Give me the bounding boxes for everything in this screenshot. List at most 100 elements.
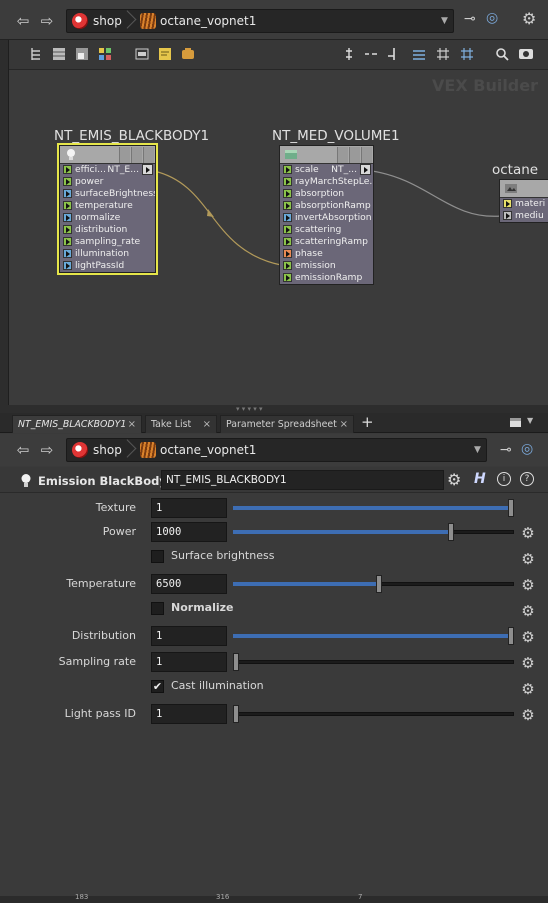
input-pin-icon[interactable] xyxy=(63,225,72,234)
node-flag-bypass[interactable] xyxy=(119,147,130,163)
node-flag-lock[interactable] xyxy=(131,147,142,163)
slider-knob[interactable] xyxy=(508,499,514,517)
power-slider[interactable] xyxy=(233,523,514,541)
network-box-icon[interactable] xyxy=(135,47,149,61)
surface-brightness-checkbox[interactable] xyxy=(151,550,164,563)
path-breadcrumb[interactable]: shop octane_vopnet1 ▼ xyxy=(66,438,487,462)
input-pin-icon[interactable] xyxy=(283,273,292,282)
path-dropdown-icon[interactable]: ▼ xyxy=(474,445,481,455)
texture-field[interactable]: 1 xyxy=(151,498,227,518)
gear-icon[interactable]: ⚙ xyxy=(520,577,536,593)
tab-parameters[interactable]: NT_EMIS_BLACKBODY1 × xyxy=(12,415,142,433)
cast-illumination-checkbox[interactable]: ✔ xyxy=(151,680,164,693)
node-input-port[interactable]: rayMarchStepLe... xyxy=(280,176,373,188)
node-header[interactable] xyxy=(280,146,373,164)
forward-arrow-icon[interactable]: ⇨ xyxy=(38,12,56,30)
slider-knob[interactable] xyxy=(376,575,382,593)
link-target-icon[interactable]: ◎ xyxy=(486,10,498,26)
path-breadcrumb[interactable]: shop octane_vopnet1 ▼ xyxy=(66,9,454,33)
forward-arrow-icon[interactable]: ⇨ xyxy=(38,441,56,459)
node-title-octane-output[interactable]: octane xyxy=(492,162,538,178)
node-input-port[interactable]: temperature xyxy=(60,200,155,212)
dashed-line-icon[interactable] xyxy=(364,47,378,61)
close-icon[interactable]: × xyxy=(203,416,211,434)
input-pin-icon[interactable] xyxy=(283,261,292,270)
snap-icon[interactable] xyxy=(387,47,401,61)
pin-icon[interactable]: ⊸ xyxy=(500,442,512,458)
input-pin-icon[interactable] xyxy=(63,165,72,174)
input-pin-icon[interactable] xyxy=(283,237,292,246)
output-pin-icon[interactable] xyxy=(142,164,153,175)
slider-knob[interactable] xyxy=(508,627,514,645)
input-pin-icon[interactable] xyxy=(503,211,512,220)
node-input-port[interactable]: sampling_rate xyxy=(60,236,155,248)
input-pin-icon[interactable] xyxy=(63,189,72,198)
input-pin-icon[interactable] xyxy=(283,213,292,222)
tab-parameter-spreadsheet[interactable]: Parameter Spreadsheet × xyxy=(220,415,354,433)
input-pin-icon[interactable] xyxy=(63,213,72,222)
node-input-port[interactable]: surfaceBrightness xyxy=(60,188,155,200)
temperature-slider[interactable] xyxy=(233,575,514,593)
sampling-rate-field[interactable]: 1 xyxy=(151,652,227,672)
power-field[interactable]: 1000 xyxy=(151,522,227,542)
help-icon[interactable]: ? xyxy=(520,472,534,486)
gear-icon[interactable]: ⚙ xyxy=(520,525,536,541)
node-input-port[interactable]: emissionRamp xyxy=(280,272,373,284)
node-input-port[interactable]: invertAbsorption xyxy=(280,212,373,224)
layout-icon[interactable] xyxy=(412,47,426,61)
sticky-note-icon[interactable] xyxy=(158,47,172,61)
add-tab-icon[interactable]: + xyxy=(361,413,374,431)
path-root[interactable]: shop xyxy=(93,443,122,457)
path-current[interactable]: octane_vopnet1 xyxy=(160,443,256,457)
node-input-port[interactable]: normalize xyxy=(60,212,155,224)
network-editor[interactable]: VEX Builder NT_EMIS_BLACKBODY1 effici...… xyxy=(9,70,548,405)
node-input-port[interactable]: emission xyxy=(280,260,373,272)
node-input-port[interactable]: distribution xyxy=(60,224,155,236)
input-pin-icon[interactable] xyxy=(283,201,292,210)
temperature-field[interactable]: 6500 xyxy=(151,574,227,594)
node-title-med-volume[interactable]: NT_MED_VOLUME1 xyxy=(272,128,400,144)
node-flag-display[interactable] xyxy=(361,147,372,163)
input-pin-icon[interactable] xyxy=(63,177,72,186)
input-pin-icon[interactable] xyxy=(63,201,72,210)
input-pin-icon[interactable] xyxy=(63,237,72,246)
gear-icon[interactable]: ⚙ xyxy=(520,603,536,619)
light-pass-id-slider[interactable] xyxy=(233,705,514,723)
gear-icon[interactable]: ⚙ xyxy=(520,707,536,723)
grid-snap-icon[interactable] xyxy=(460,47,474,61)
node-input-port[interactable]: mediu xyxy=(500,210,548,222)
input-pin-icon[interactable] xyxy=(503,199,512,208)
node-input-port[interactable]: lightPassId xyxy=(60,260,155,272)
input-pin-icon[interactable] xyxy=(63,261,72,270)
input-pin-icon[interactable] xyxy=(283,189,292,198)
node-octane-output[interactable]: materi mediu xyxy=(499,179,548,223)
output-pin-icon[interactable] xyxy=(360,164,371,175)
sampling-rate-slider[interactable] xyxy=(233,653,514,671)
input-pin-icon[interactable] xyxy=(283,165,292,174)
thumbnail-view-icon[interactable] xyxy=(98,47,112,61)
close-icon[interactable]: × xyxy=(128,416,136,434)
splitter-handle-icon[interactable]: ▾ ▾ ▾ ▾ ▾ xyxy=(236,405,262,413)
path-current[interactable]: octane_vopnet1 xyxy=(160,14,256,28)
distribution-field[interactable]: 1 xyxy=(151,626,227,646)
tree-view-icon[interactable] xyxy=(29,47,43,61)
input-pin-icon[interactable] xyxy=(283,225,292,234)
distribution-slider[interactable] xyxy=(233,627,514,645)
node-input-port[interactable]: absorptionRamp xyxy=(280,200,373,212)
input-pin-icon[interactable] xyxy=(283,177,292,186)
node-header[interactable] xyxy=(60,146,155,164)
node-input-port[interactable]: materi xyxy=(500,198,548,210)
node-input-port[interactable]: phase xyxy=(280,248,373,260)
path-dropdown-icon[interactable]: ▼ xyxy=(441,16,448,26)
subnet-icon[interactable] xyxy=(181,47,195,61)
node-input-port[interactable]: effici... NT_E... xyxy=(60,164,155,176)
back-arrow-icon[interactable]: ⇦ xyxy=(14,441,32,459)
slider-knob[interactable] xyxy=(233,705,239,723)
node-input-port[interactable]: scatteringRamp xyxy=(280,236,373,248)
node-emis-blackbody[interactable]: effici... NT_E... power surfaceBrightness te… xyxy=(57,143,158,275)
info-icon[interactable]: i xyxy=(497,472,511,486)
node-title-emis-blackbody[interactable]: NT_EMIS_BLACKBODY1 xyxy=(54,128,209,144)
node-input-port[interactable]: illumination xyxy=(60,248,155,260)
tab-take-list[interactable]: Take List × xyxy=(145,415,217,433)
grid-icon[interactable] xyxy=(436,47,450,61)
